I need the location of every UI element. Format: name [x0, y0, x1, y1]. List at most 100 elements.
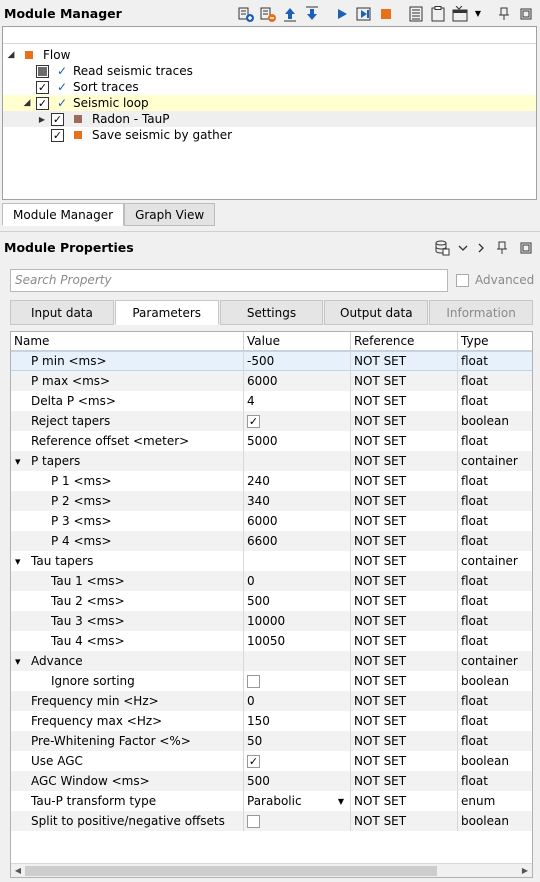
pin-icon[interactable]: [494, 4, 514, 24]
tab-output-data[interactable]: Output data: [324, 300, 429, 325]
run-icon[interactable]: [332, 4, 352, 24]
table-row[interactable]: Frequency min <Hz> 0 NOT SET float: [11, 691, 532, 711]
cell-reference[interactable]: NOT SET: [351, 691, 458, 711]
table-row[interactable]: Frequency max <Hz> 150 NOT SET float: [11, 711, 532, 731]
table-row[interactable]: P min <ms> -500 NOT SET float: [11, 351, 532, 371]
table-row[interactable]: Tau 4 <ms> 10050 NOT SET float: [11, 631, 532, 651]
tree-item-read-seismic-traces[interactable]: ✓ Read seismic traces: [3, 63, 536, 79]
tree-item-sort-traces[interactable]: ✓ ✓ Sort traces: [3, 79, 536, 95]
cell-reference[interactable]: NOT SET: [351, 611, 458, 631]
table-row[interactable]: ▾ P tapers NOT SET container: [11, 451, 532, 471]
clipboard-icon[interactable]: [428, 4, 448, 24]
chevron-down-icon[interactable]: ▾: [15, 555, 31, 568]
cell-value[interactable]: 10050: [244, 631, 351, 651]
cell-reference[interactable]: NOT SET: [351, 631, 458, 651]
database-icon[interactable]: [432, 238, 452, 258]
cell-reference[interactable]: NOT SET: [351, 591, 458, 611]
dropdown-arrow-icon[interactable]: ▼: [338, 797, 344, 806]
table-row[interactable]: Pre-Whitening Factor <%> 50 NOT SET float: [11, 731, 532, 751]
tab-graph-view[interactable]: Graph View: [124, 203, 216, 226]
cell-value[interactable]: 240: [244, 471, 351, 491]
cell-value[interactable]: 500: [244, 591, 351, 611]
table-row[interactable]: Reference offset <meter> 5000 NOT SET float: [11, 431, 532, 451]
table-row[interactable]: AGC Window <ms> 500 NOT SET float: [11, 771, 532, 791]
cell-value[interactable]: ✓: [244, 751, 351, 771]
value-checkbox[interactable]: ✓: [247, 414, 260, 428]
cell-value[interactable]: [244, 451, 351, 471]
cell-reference[interactable]: NOT SET: [351, 371, 458, 391]
table-row[interactable]: P 1 <ms> 240 NOT SET float: [11, 471, 532, 491]
cell-reference[interactable]: NOT SET: [351, 651, 458, 671]
add-module-icon[interactable]: [236, 4, 256, 24]
cell-reference[interactable]: NOT SET: [351, 571, 458, 591]
cell-value[interactable]: 10000: [244, 611, 351, 631]
table-row[interactable]: Reject tapers ✓ NOT SET boolean: [11, 411, 532, 431]
cell-reference[interactable]: NOT SET: [351, 731, 458, 751]
chevron-down-icon[interactable]: ◢: [21, 98, 33, 108]
cell-reference[interactable]: NOT SET: [351, 551, 458, 571]
table-row[interactable]: Tau-P transform type Parabolic ▼ NOT SET enu…: [11, 791, 532, 811]
horizontal-scrollbar[interactable]: ◀ ▶: [11, 863, 532, 877]
move-up-icon[interactable]: [280, 4, 300, 24]
cell-value[interactable]: [244, 651, 351, 671]
cell-value[interactable]: 4: [244, 391, 351, 411]
remove-module-icon[interactable]: [258, 4, 278, 24]
table-row[interactable]: Use AGC ✓ NOT SET boolean: [11, 751, 532, 771]
cell-value[interactable]: 0: [244, 691, 351, 711]
chevron-right-icon[interactable]: [474, 238, 488, 258]
cell-reference[interactable]: NOT SET: [351, 411, 458, 431]
cell-value[interactable]: 6000: [244, 511, 351, 531]
table-row[interactable]: ▾ Advance NOT SET container: [11, 651, 532, 671]
cell-value[interactable]: 6000: [244, 371, 351, 391]
cell-reference[interactable]: NOT SET: [351, 671, 458, 691]
cell-value[interactable]: 340: [244, 491, 351, 511]
cell-value[interactable]: [244, 671, 351, 691]
cell-value[interactable]: 150: [244, 711, 351, 731]
scrollbar-thumb[interactable]: [25, 866, 437, 876]
tab-settings[interactable]: Settings: [219, 300, 324, 325]
cell-reference[interactable]: NOT SET: [351, 811, 458, 831]
cell-value[interactable]: 6600: [244, 531, 351, 551]
chevron-right-icon[interactable]: ▶: [36, 115, 48, 124]
value-checkbox[interactable]: [247, 674, 260, 688]
window-icon[interactable]: [450, 4, 470, 24]
tab-module-manager[interactable]: Module Manager: [2, 203, 125, 226]
scroll-right-icon[interactable]: ▶: [518, 864, 532, 878]
cell-value[interactable]: 50: [244, 731, 351, 751]
restore-icon[interactable]: [516, 4, 536, 24]
cell-reference[interactable]: NOT SET: [351, 531, 458, 551]
run-step-icon[interactable]: [354, 4, 374, 24]
cell-value[interactable]: 500: [244, 771, 351, 791]
tree-item-flow[interactable]: ◢ Flow: [3, 47, 536, 63]
table-row[interactable]: Tau 1 <ms> 0 NOT SET float: [11, 571, 532, 591]
pin-icon[interactable]: [492, 238, 512, 258]
chevron-down-icon[interactable]: ▾: [15, 455, 31, 468]
value-checkbox[interactable]: [247, 814, 260, 828]
cell-value[interactable]: -500: [244, 352, 351, 370]
stop-icon[interactable]: [376, 4, 396, 24]
table-row[interactable]: Tau 3 <ms> 10000 NOT SET float: [11, 611, 532, 631]
tree-item-checkbox[interactable]: ✓: [51, 112, 64, 126]
value-checkbox[interactable]: ✓: [247, 754, 260, 768]
cell-value[interactable]: 5000: [244, 431, 351, 451]
table-row[interactable]: Ignore sorting NOT SET boolean: [11, 671, 532, 691]
column-header-name[interactable]: Name: [11, 332, 244, 350]
cell-reference[interactable]: NOT SET: [351, 431, 458, 451]
chevron-down-icon[interactable]: [456, 238, 470, 258]
chevron-down-icon[interactable]: ▼: [472, 4, 484, 24]
table-row[interactable]: ▾ Tau tapers NOT SET container: [11, 551, 532, 571]
cell-reference[interactable]: NOT SET: [351, 791, 458, 811]
tree-item-checkbox[interactable]: ✓: [36, 96, 49, 110]
move-down-icon[interactable]: [302, 4, 322, 24]
column-header-value[interactable]: Value: [244, 332, 351, 350]
chevron-down-icon[interactable]: ▾: [15, 655, 31, 668]
table-row[interactable]: P max <ms> 6000 NOT SET float: [11, 371, 532, 391]
restore-icon[interactable]: [516, 238, 536, 258]
table-row[interactable]: Tau 2 <ms> 500 NOT SET float: [11, 591, 532, 611]
cell-reference[interactable]: NOT SET: [351, 511, 458, 531]
tree-item-checkbox[interactable]: [36, 64, 49, 78]
cell-value[interactable]: [244, 811, 351, 831]
list-icon[interactable]: [406, 4, 426, 24]
cell-value[interactable]: ✓: [244, 411, 351, 431]
cell-reference[interactable]: NOT SET: [351, 711, 458, 731]
